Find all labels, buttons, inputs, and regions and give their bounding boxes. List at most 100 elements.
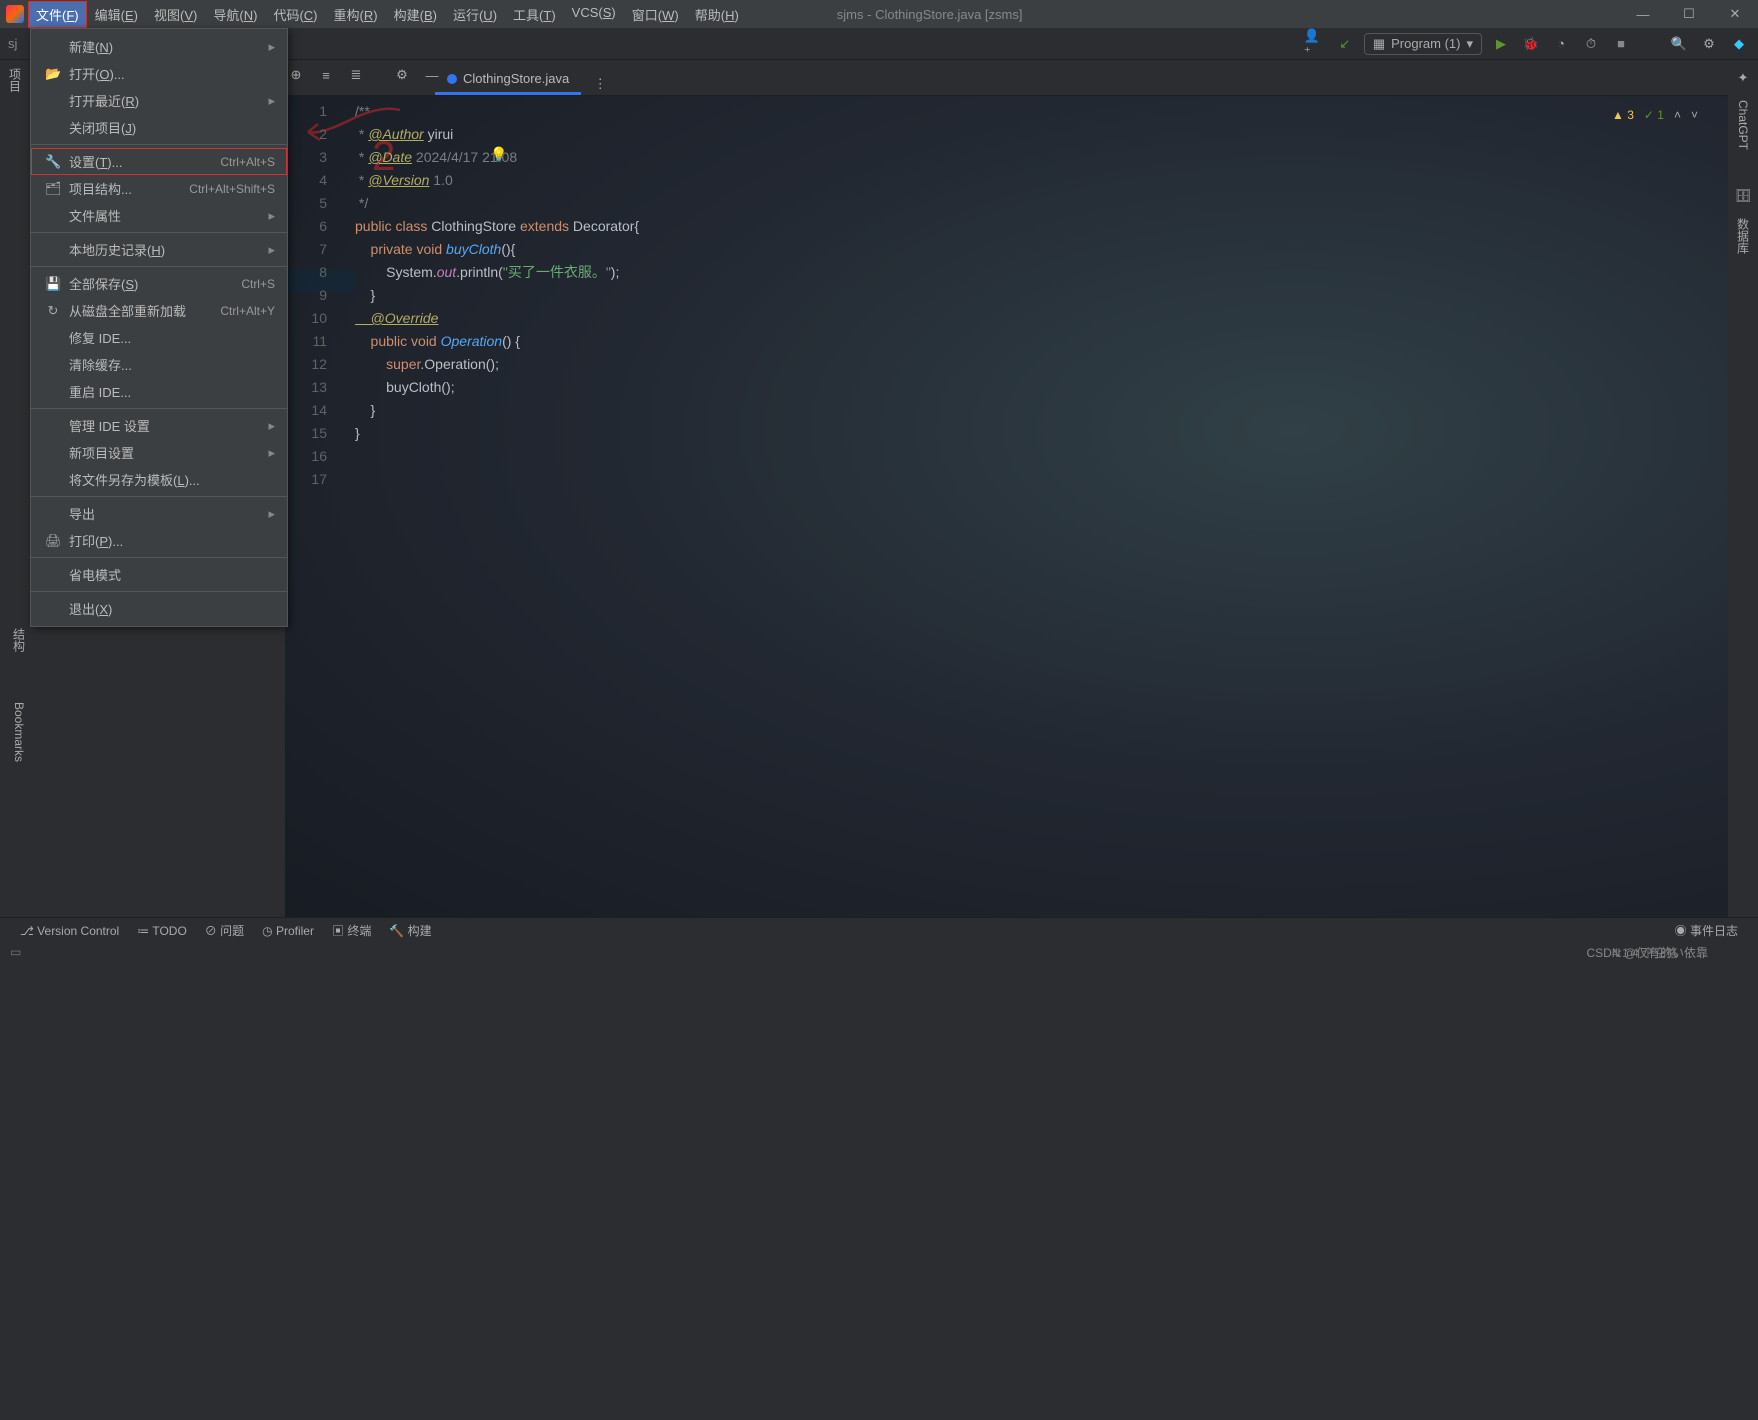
menu-item[interactable]: 📂 打开(O)... (31, 60, 287, 87)
editor-tab[interactable]: ClothingStore.java (435, 65, 581, 95)
more-icon[interactable]: ⋮ (589, 73, 611, 95)
menu-item-shortcut: Ctrl+S (241, 277, 275, 291)
menu-item-label: 从磁盘全部重新加载 (69, 301, 212, 320)
menu-item[interactable]: 关闭项目(J) (31, 114, 287, 141)
menu-item[interactable]: 将文件另存为模板(L)... (31, 466, 287, 493)
menu-item[interactable]: 🗂项目结构...Ctrl+Alt+Shift+S (31, 175, 287, 202)
menu-item[interactable]: 文件属性▸ (31, 202, 287, 229)
editor-tabs: ClothingStore.java ⋮ (285, 60, 1728, 96)
menu-item-label: 修复 IDE... (69, 328, 275, 347)
hide-icon[interactable]: — (421, 64, 443, 86)
menu-item[interactable]: 打开最近(R)▸ (31, 87, 287, 114)
right-tool-strip: ✦ ChatGPT 🗄 数据库 (1728, 60, 1758, 860)
menu-item[interactable]: 新建(N)▸ (31, 33, 287, 60)
stop-button[interactable]: ■ (1610, 33, 1632, 55)
menu-item-label: 新建(N) (69, 37, 260, 56)
expand-all-icon[interactable]: ≡ (315, 64, 337, 86)
menu-item[interactable]: 导航(N) (205, 1, 265, 28)
status-bar: ▭ CSDN @仅有的い依靠 4:1 4 个空格 (0, 943, 1758, 961)
chatgpt-icon[interactable]: ✦ (1738, 70, 1749, 86)
minimize-button[interactable]: — (1620, 0, 1666, 28)
database-icon[interactable]: 🗄 (1735, 188, 1752, 204)
database-tool-button[interactable]: 数据库 (1735, 218, 1752, 254)
caret-position: 4:1 4 个空格 (1612, 944, 1678, 961)
menu-item-icon: 💾 (45, 276, 61, 292)
menu-item[interactable]: 重构(R) (326, 1, 386, 28)
menu-item-label: 打开最近(R) (69, 91, 260, 110)
menu-item-label: 设置(T)... (69, 152, 212, 171)
code-content: /** * @Author yirui * @Date 2024/4/17 21… (355, 100, 1728, 445)
menu-item-shortcut: Ctrl+Alt+Y (220, 304, 275, 318)
close-button[interactable]: ✕ (1712, 0, 1758, 28)
run-config-icon: ▦ (1373, 36, 1385, 52)
menu-item[interactable]: VCS(S) (564, 1, 624, 28)
menu-item-icon: ↻ (45, 303, 61, 319)
settings-icon[interactable]: ⚙ (1698, 33, 1720, 55)
intention-bulb-icon[interactable]: 💡 (490, 146, 507, 163)
menu-item[interactable]: 代码(C) (265, 1, 325, 28)
menu-item[interactable]: 本地历史记录(H)▸ (31, 236, 287, 263)
menu-item[interactable]: 导出▸ (31, 500, 287, 527)
menu-item[interactable]: 帮助(H) (687, 1, 747, 28)
menu-item[interactable]: 重启 IDE... (31, 378, 287, 405)
menu-bar: 文件(F)编辑(E)视图(V)导航(N)代码(C)重构(R)构建(B)运行(U)… (0, 0, 1758, 28)
left-tool-strip-lower: 结构 Bookmarks (4, 620, 34, 1420)
collapse-all-icon[interactable]: ≣ (345, 64, 367, 86)
menu-item-label: 新项目设置 (69, 443, 260, 462)
chevron-down-icon: ▾ (1466, 36, 1473, 52)
menu-item[interactable]: 💾全部保存(S)Ctrl+S (31, 270, 287, 297)
status-left-icon[interactable]: ▭ (10, 945, 21, 959)
submenu-arrow-icon: ▸ (268, 418, 275, 434)
menu-item-shortcut: Ctrl+Alt+Shift+S (189, 182, 275, 196)
profile-button[interactable]: ⏱ (1580, 33, 1602, 55)
menu-item-label: 退出(X) (69, 599, 275, 618)
menu-item[interactable]: 构建(B) (386, 1, 445, 28)
vcs-update-icon[interactable]: ↙ (1334, 33, 1356, 55)
menu-item[interactable]: 编辑(E) (87, 1, 146, 28)
menu-item[interactable]: 运行(U) (445, 1, 505, 28)
submenu-arrow-icon: ▸ (268, 208, 275, 224)
build-tool-button[interactable]: 🔨 构建 (389, 922, 431, 939)
code-editor[interactable]: ▲ 3 ✓ 1 ˄ ˅ 1234567891011121314151617 /*… (285, 96, 1728, 931)
search-icon[interactable]: 🔍 (1668, 33, 1690, 55)
menu-item[interactable]: 文件(F) (28, 1, 87, 28)
menu-item[interactable]: 管理 IDE 设置 ▸ (31, 412, 287, 439)
chatgpt-tool-button[interactable]: ChatGPT (1736, 100, 1750, 150)
todo-tool-button[interactable]: ≔ TODO (137, 924, 187, 938)
add-user-icon[interactable]: 👤⁺ (1304, 33, 1326, 55)
menu-item[interactable]: 退出(X) (31, 595, 287, 622)
jetbrains-icon[interactable]: ◆ (1728, 33, 1750, 55)
menu-item[interactable]: 窗口(W) (624, 1, 687, 28)
profiler-tool-button[interactable]: ◷ Profiler (262, 924, 314, 938)
menu-item[interactable]: 修复 IDE... (31, 324, 287, 351)
menu-item-icon: 📂 (45, 66, 61, 82)
run-config-selector[interactable]: ▦ Program (1) ▾ (1364, 33, 1482, 55)
target-icon[interactable]: ⊕ (285, 64, 307, 86)
run-button[interactable]: ▶ (1490, 33, 1512, 55)
vcs-tool-button[interactable]: ⎇ Version Control (20, 924, 119, 938)
gear-icon[interactable]: ⚙ (391, 64, 413, 86)
menu-item-label: 省电模式 (69, 565, 275, 584)
event-log-button[interactable]: ◉ 事件日志 (1675, 922, 1738, 939)
debug-button[interactable]: 🐞 (1520, 33, 1542, 55)
menu-item-label: 管理 IDE 设置 (69, 416, 260, 435)
menu-item[interactable]: 清除缓存... (31, 351, 287, 378)
menu-item[interactable]: 新项目设置▸ (31, 439, 287, 466)
menu-item-shortcut: Ctrl+Alt+S (220, 155, 275, 169)
project-tool-button[interactable]: 项目 (7, 68, 24, 92)
terminal-tool-button[interactable]: ▣ 终端 (332, 922, 371, 939)
structure-tool-button[interactable]: 结构 (11, 628, 28, 652)
menu-item[interactable]: 🖨打印(P)... (31, 527, 287, 554)
bookmarks-tool-button[interactable]: Bookmarks (12, 702, 26, 762)
menu-item[interactable]: 省电模式 (31, 561, 287, 588)
menu-item-label: 打开(O)... (69, 64, 275, 83)
menu-item-label: 将文件另存为模板(L)... (69, 470, 275, 489)
maximize-button[interactable]: ☐ (1666, 0, 1712, 28)
menu-item[interactable]: 工具(T) (505, 1, 564, 28)
coverage-button[interactable]: ◔ (1550, 33, 1572, 55)
menu-item[interactable]: ↻ 从磁盘全部重新加载 Ctrl+Alt+Y (31, 297, 287, 324)
problems-tool-button[interactable]: ⊘ 问题 (205, 922, 244, 939)
menu-item[interactable]: 视图(V) (146, 1, 205, 28)
window-title: sjms - ClothingStore.java [zsms] (837, 7, 1023, 22)
menu-item[interactable]: 🔧设置(T)...Ctrl+Alt+S (31, 148, 287, 175)
